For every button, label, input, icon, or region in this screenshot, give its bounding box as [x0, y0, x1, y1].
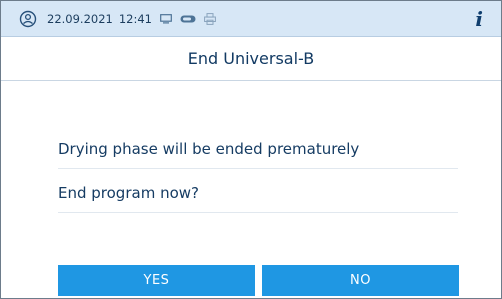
message-line-1: Drying phase will be ended prematurely [58, 140, 458, 169]
status-bar: 22.09.2021 12:41 i [1, 1, 501, 37]
status-left: 22.09.2021 12:41 [19, 9, 216, 29]
dialog-frame: 22.09.2021 12:41 i End Universal-B Dryin… [0, 0, 502, 299]
status-time: 12:41 [118, 12, 153, 26]
message-line-2: End program now? [58, 184, 458, 213]
status-date: 22.09.2021 [47, 12, 113, 26]
screen-icon [160, 14, 172, 24]
printer-icon [204, 13, 216, 25]
user-circle-icon[interactable] [19, 10, 37, 28]
dialog-title-text: End Universal-B [187, 49, 315, 68]
info-icon[interactable]: i [475, 7, 483, 31]
no-button[interactable]: NO [262, 265, 459, 296]
yes-button[interactable]: YES [58, 265, 255, 296]
dialog-title: End Universal-B [1, 37, 501, 81]
usb-stick-icon [180, 15, 196, 23]
